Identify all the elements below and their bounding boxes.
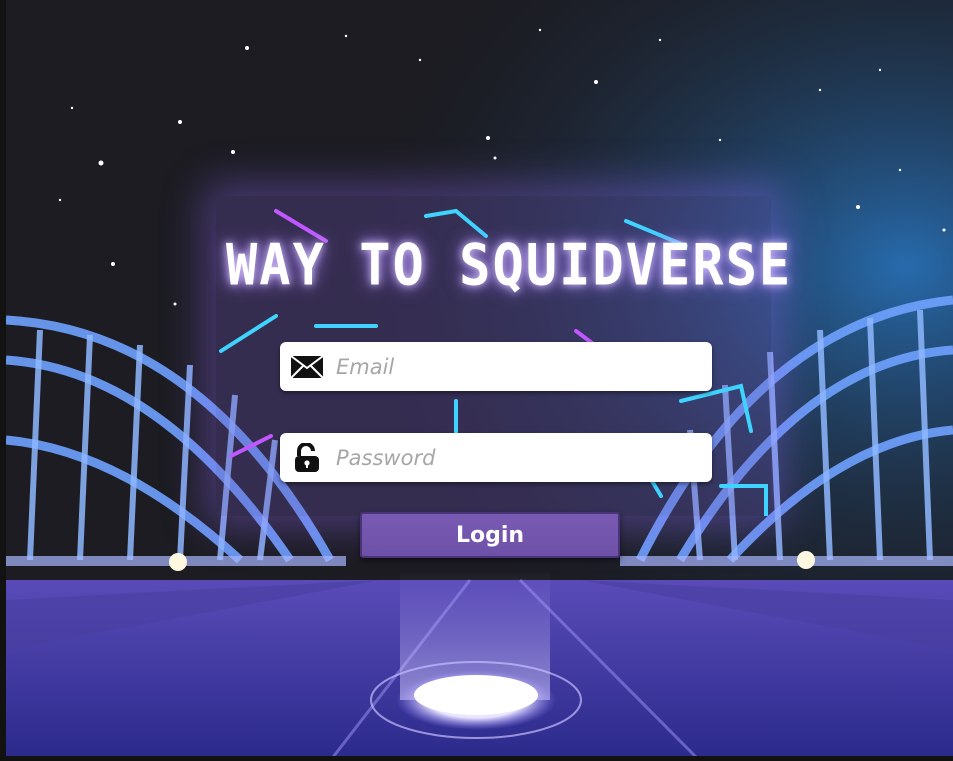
- app-title: WAY TO SQUIDVERSE: [226, 233, 793, 299]
- password-input[interactable]: [334, 436, 712, 479]
- envelope-icon: [290, 352, 324, 382]
- window-frame-left: [0, 0, 6, 761]
- unlock-icon: [290, 442, 324, 473]
- email-input[interactable]: [334, 345, 712, 388]
- login-button[interactable]: Login: [360, 512, 620, 558]
- window-frame-bottom: [0, 756, 953, 761]
- email-field[interactable]: [280, 342, 712, 391]
- login-screen: WAY TO SQUIDVERSE Login: [0, 0, 953, 761]
- password-field[interactable]: [280, 433, 712, 482]
